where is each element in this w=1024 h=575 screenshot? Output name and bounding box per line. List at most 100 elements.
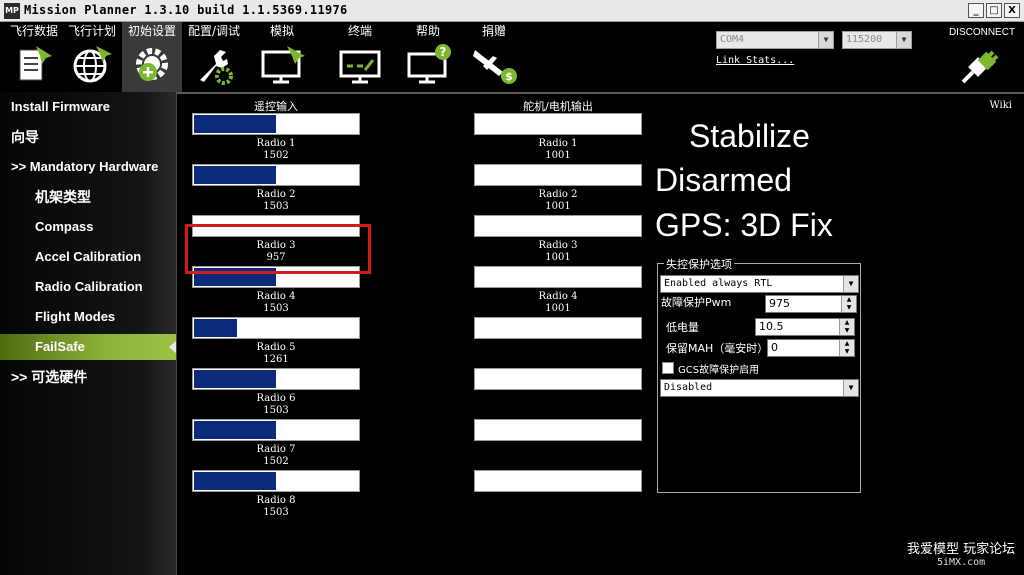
failsafe-group-title: 失控保护选项 [664, 256, 734, 272]
chevron-down-icon: ▼ [896, 32, 911, 48]
sidebar-item-mandatory-hardware[interactable]: >> Mandatory Hardware [0, 154, 176, 180]
plug-icon [961, 50, 999, 84]
toolbar-flight-data[interactable]: 飞行数据 [4, 22, 64, 92]
servo-output-value: 1001 [545, 150, 571, 161]
donate-plane-icon: $ [473, 50, 517, 84]
servo-output-name: Radio 2 [538, 189, 578, 200]
servo-output-label: Radio 4 1001 [474, 291, 642, 315]
reserve-mah-label: 保留MAH（毫安时） [666, 342, 769, 355]
servo-output-bar [474, 113, 642, 135]
rc-input-label: Radio 6 1503 [192, 393, 360, 417]
failsafe-options-group: 失控保护选项 Enabled always RTL ▼ 故障保护Pwm 975 … [657, 256, 861, 493]
servo-output-label: Radio 3 1001 [474, 240, 642, 264]
rc-input-name: Radio 6 [256, 393, 296, 404]
toolbar-initial-setup[interactable]: 初始设置 [122, 22, 182, 92]
toolbar-label: 飞行数据 [9, 24, 58, 38]
highlight-box [185, 224, 371, 274]
toolbar-help[interactable]: 帮助 ? [398, 22, 458, 92]
rc-input-label: Radio 7 1502 [192, 444, 360, 468]
sidebar-item-radio-calibration[interactable]: Radio Calibration [0, 274, 176, 300]
reserve-mah-stepper[interactable]: 0 ▲ ▼ [767, 339, 855, 357]
baud-select-value: 115200 [846, 34, 883, 45]
toolbar-flight-plan[interactable]: 飞行计划 [64, 22, 120, 92]
sidebar-item-wizard[interactable]: 向导 [0, 124, 176, 150]
reserve-mah-value: 0 [771, 341, 778, 354]
sidebar-item-optional-hardware[interactable]: >> 可选硬件 [0, 364, 176, 390]
rc-input-name: Radio 5 [256, 342, 296, 353]
toolbar-config-tuning[interactable]: 配置/调试 [184, 22, 244, 92]
wiki-link[interactable]: Wiki [989, 100, 1012, 111]
baud-select[interactable]: 115200 ▼ [842, 31, 912, 49]
servo-output-bar [474, 164, 642, 186]
pwm-stepper[interactable]: 975 ▲ ▼ [765, 295, 857, 313]
rc-input-name: Radio 4 [256, 291, 296, 302]
setup-sidebar: Install Firmware 向导 >> Mandatory Hardwar… [0, 92, 177, 575]
servo-output-bar [474, 266, 642, 288]
rc-input-name: Radio 2 [256, 189, 296, 200]
rc-input-bar [192, 164, 360, 186]
servo-output-bar [474, 470, 642, 492]
sidebar-item-failsafe[interactable]: FailSafe [0, 334, 177, 360]
sidebar-item-install-firmware[interactable]: Install Firmware [0, 94, 176, 120]
armed-status: Disarmed [655, 162, 792, 198]
disconnect-label: DISCONNECT [948, 27, 1016, 38]
low-battery-value: 10.5 [759, 320, 784, 333]
terminal-icon [339, 50, 381, 84]
minimize-button[interactable]: _ [968, 3, 984, 18]
disconnect-button[interactable]: DISCONNECT [944, 27, 1020, 86]
rc-input-bar-fill [194, 319, 237, 337]
toolbar-simulation[interactable]: 模拟 [252, 22, 312, 92]
rc-input-label: Radio 8 1503 [192, 495, 360, 519]
toolbar-label: 配置/调试 [187, 24, 241, 38]
spin-arrows-icon: ▲ ▼ [839, 340, 854, 356]
servo-output-name: Radio 1 [538, 138, 578, 149]
servo-output-bar [474, 215, 642, 237]
servo-output-name: Radio 3 [538, 240, 578, 251]
pwm-value: 975 [769, 297, 790, 310]
port-select[interactable]: COM4 ▼ [716, 31, 834, 49]
sidebar-item-accel-calibration[interactable]: Accel Calibration [0, 244, 176, 270]
rc-input-bar [192, 470, 360, 492]
rc-input-name: Radio 1 [256, 138, 296, 149]
sidebar-item-frame-type[interactable]: 机架类型 [0, 184, 176, 210]
watermark-text: 我爱模型 玩家论坛 [907, 542, 1016, 557]
sidebar-item-flight-modes[interactable]: Flight Modes [0, 304, 176, 330]
rc-input-value: 1503 [263, 405, 289, 416]
servo-output-bar [474, 368, 642, 390]
close-button[interactable]: X [1004, 3, 1020, 18]
servo-output-value: 1001 [545, 252, 571, 263]
toolbar-label: 模拟 [269, 24, 294, 38]
window-title: Mission Planner 1.3.10 build 1.1.5369.11… [24, 3, 348, 17]
servo-output-label: Radio 1 1001 [474, 138, 642, 162]
rc-input-label: Radio 4 1503 [192, 291, 360, 315]
toolbar-label: 初始设置 [127, 24, 176, 38]
failsafe-panel: Wiki 遥控输入 舵机/电机输出 Radio 1 1502 Radio 2 1503… [176, 92, 1024, 575]
window-controls: _ □ X [968, 3, 1020, 18]
toolbar-terminal[interactable]: 终端 [330, 22, 390, 92]
gcs-failsafe-select[interactable]: Disabled ▼ [660, 379, 859, 397]
sidebar-item-compass[interactable]: Compass [0, 214, 176, 240]
servo-output-bar [474, 317, 642, 339]
spin-arrows-icon: ▲ ▼ [839, 319, 854, 335]
watermark-url: 5iMX.com [937, 557, 986, 568]
gear-icon [136, 48, 168, 81]
link-stats-link[interactable]: Link Stats... [716, 55, 794, 66]
gcs-failsafe-value: Disabled [664, 382, 713, 393]
servo-output-bar [474, 419, 642, 441]
gcs-failsafe-checkbox[interactable] [662, 362, 674, 374]
chevron-down-icon: ▼ [843, 276, 858, 292]
throttle-failsafe-select[interactable]: Enabled always RTL ▼ [660, 275, 859, 293]
flight-data-icon [19, 46, 52, 81]
chevron-down-icon: ▼ [818, 32, 833, 48]
toolbar-label: 飞行计划 [67, 24, 116, 38]
rc-input-value: 1502 [263, 456, 289, 467]
rc-input-value: 1503 [263, 303, 289, 314]
servo-output-value: 1001 [545, 303, 571, 314]
maximize-button[interactable]: □ [986, 3, 1002, 18]
toolbar-donate[interactable]: 捐赠 $ [464, 22, 524, 92]
rc-input-bar [192, 317, 360, 339]
toolbar-label: 捐赠 [481, 24, 506, 38]
rc-input-name: Radio 7 [256, 444, 296, 455]
rc-input-value: 1503 [263, 201, 289, 212]
low-battery-stepper[interactable]: 10.5 ▲ ▼ [755, 318, 855, 336]
